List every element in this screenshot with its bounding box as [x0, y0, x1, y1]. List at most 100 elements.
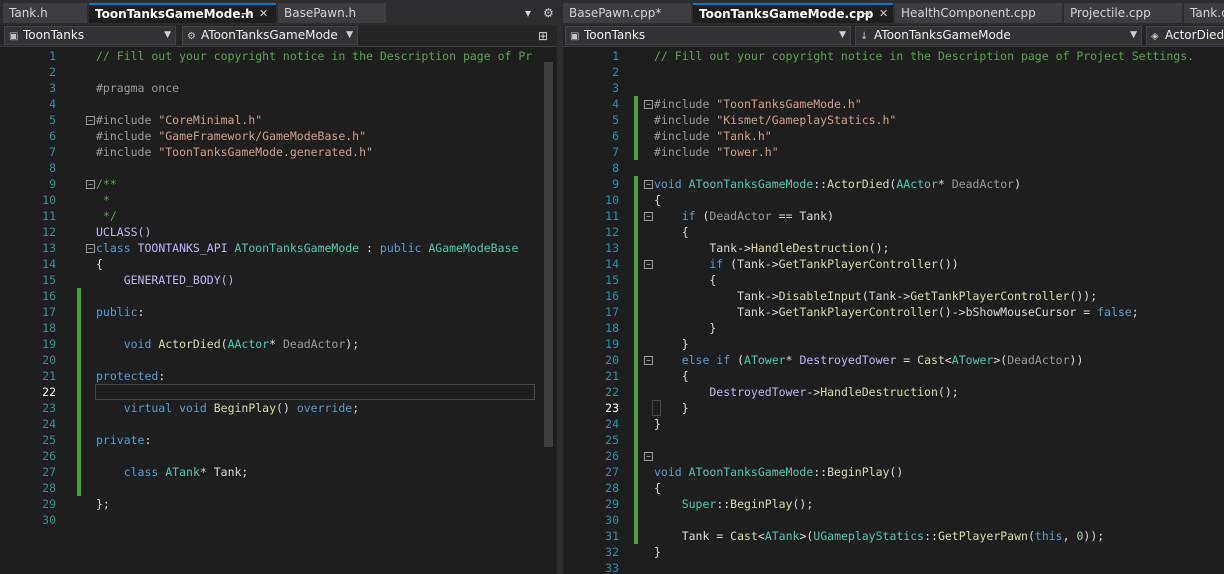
tab-tank-cpp[interactable]: Tank.c [1184, 3, 1224, 23]
code-line[interactable]: 9 −/** [0, 176, 557, 192]
fold-toggle-icon[interactable]: − [86, 180, 95, 189]
code-line[interactable]: 14 { [0, 256, 557, 272]
code-line[interactable]: 24 [0, 416, 557, 432]
code-line[interactable]: 8 [563, 160, 1224, 176]
code-line[interactable]: 30 [563, 512, 1224, 528]
project-dropdown[interactable]: ▣ ToonTanks ▼ [565, 26, 851, 45]
code-line[interactable]: 9 − void AToonTanksGameMode::ActorDied(AAc… [563, 176, 1224, 192]
code-line[interactable]: 17 Tank->GetTankPlayerController()->bSho… [563, 304, 1224, 320]
fold-toggle-icon[interactable]: − [644, 260, 653, 269]
fold-toggle-icon[interactable]: − [644, 212, 653, 221]
code-line[interactable]: 12 { [563, 224, 1224, 240]
code-line[interactable]: 30 [0, 512, 557, 528]
code-line[interactable]: 28 { [563, 480, 1224, 496]
code-line[interactable]: 21 { [563, 368, 1224, 384]
tab-healthcomponent-cpp[interactable]: HealthComponent.cpp [895, 3, 1062, 23]
tab-tank-h[interactable]: Tank.h [3, 3, 87, 23]
split-window-icon[interactable]: ⊞ [538, 27, 548, 45]
code-line[interactable]: 4 − #include "ToonTanksGameMode.h" [563, 96, 1224, 112]
code-token: virtual [96, 401, 180, 415]
code-line[interactable]: 14 − if (Tank->GetTankPlayerController()) [563, 256, 1224, 272]
tab-basepawn-cpp[interactable]: BasePawn.cpp* [563, 3, 691, 23]
fold-toggle-icon[interactable]: − [644, 356, 653, 365]
code-line[interactable]: 5 − #include "CoreMinimal.h" [0, 112, 557, 128]
code-line[interactable]: 6 #include "GameFramework/GameModeBase.h" [0, 128, 557, 144]
code-line[interactable]: 15 GENERATED_BODY() [0, 272, 557, 288]
code-line[interactable]: 20 [0, 352, 557, 368]
line-number: 26 [605, 449, 619, 463]
fold-toggle-icon[interactable]: − [644, 452, 653, 461]
code-line[interactable]: 29}; [0, 496, 557, 512]
code-line[interactable]: 2 [0, 64, 557, 80]
close-icon[interactable]: ✕ [879, 5, 888, 23]
code-line[interactable]: 17 public: [0, 304, 557, 320]
code-line[interactable]: 28 [0, 480, 557, 496]
code-line[interactable]: 26 − [563, 448, 1224, 464]
code-line[interactable]: 3 [563, 80, 1224, 96]
code-line[interactable]: 13 − class TOONTANKS_API AToonTanksGameMod… [0, 240, 557, 256]
code-line[interactable]: 3 #pragma once [0, 80, 557, 96]
code-line[interactable]: 2 [563, 64, 1224, 80]
code-line[interactable]: 12 UCLASS() [0, 224, 557, 240]
code-line[interactable]: 11 − if (DeadActor == Tank) [563, 208, 1224, 224]
code-line[interactable]: 6 #include "Tank.h" [563, 128, 1224, 144]
code-line[interactable]: 26 [0, 448, 557, 464]
fold-toggle-icon[interactable]: − [644, 180, 653, 189]
code-line[interactable]: 32} [563, 544, 1224, 560]
code-line[interactable]: 10 * [0, 192, 557, 208]
code-line[interactable]: 22 DestroyedTower->HandleDestruction(); [563, 384, 1224, 400]
gear-icon[interactable]: ⚙ [543, 3, 554, 23]
code-line[interactable]: 10 { [563, 192, 1224, 208]
code-line[interactable]: 7 #include "Tower.h" [563, 144, 1224, 160]
code-line[interactable]: 16 Tank->DisableInput(Tank->GetTankPlaye… [563, 288, 1224, 304]
code-editor-right[interactable]: 1 // Fill out your copyright notice in th… [563, 47, 1224, 574]
code-line[interactable]: 18 } [563, 320, 1224, 336]
code-line[interactable]: 20− else if (ATower* DestroyedTower = Ca… [563, 352, 1224, 368]
code-line[interactable]: 25 [563, 432, 1224, 448]
code-line[interactable]: 13 Tank->HandleDestruction(); [563, 240, 1224, 256]
tab-toontanksgamemode-h[interactable]: ToonTanksGameMode.h ⊸ ✕ [89, 3, 276, 23]
code-line[interactable]: 27 class ATank* Tank; [0, 464, 557, 480]
code-line[interactable]: 23 } [563, 400, 1224, 416]
tab-projectile-cpp[interactable]: Projectile.cpp [1064, 3, 1182, 23]
code-line[interactable]: 24} [563, 416, 1224, 432]
code-line[interactable]: 22 [0, 384, 557, 400]
pin-icon[interactable]: ⊸ [861, 5, 870, 23]
code-line[interactable]: 19 void ActorDied(AActor* DeadActor); [0, 336, 557, 352]
code-line[interactable]: 11 */ [0, 208, 557, 224]
code-line[interactable]: 29 Super::BeginPlay(); [563, 496, 1224, 512]
pin-icon[interactable]: ⊸ [241, 5, 250, 23]
code-line[interactable]: 18 [0, 320, 557, 336]
scope-dropdown[interactable]: ⚙ AToonTanksGameMode ▼ [182, 26, 358, 45]
code-line[interactable]: 7 #include "ToonTanksGameMode.generated.h… [0, 144, 557, 160]
code-text: else if (ATower* DestroyedTower = Cast<A… [654, 352, 1084, 368]
fold-toggle-icon[interactable]: − [644, 100, 653, 109]
close-icon[interactable]: ✕ [259, 5, 268, 23]
code-editor-left[interactable]: 1 // Fill out your copyright notice in th… [0, 47, 557, 574]
code-line[interactable]: 15 { [563, 272, 1224, 288]
tab-toontanksgamemode-cpp[interactable]: ToonTanksGameMode.cpp ⊸ ✕ [693, 3, 893, 23]
code-line[interactable]: 33 [563, 560, 1224, 574]
code-line[interactable]: 16 [0, 288, 557, 304]
code-line[interactable]: 1 // Fill out your copyright notice in th… [563, 48, 1224, 64]
code-line[interactable]: 1 // Fill out your copyright notice in th… [0, 48, 557, 64]
project-dropdown[interactable]: ▣ ToonTanks ▼ [4, 26, 176, 45]
code-line[interactable]: 23 virtual void BeginPlay() override; [0, 400, 557, 416]
scope-dropdown[interactable]: ↓ AToonTanksGameMode ▼ [855, 26, 1142, 45]
code-line[interactable]: 21 protected: [0, 368, 557, 384]
member-dropdown[interactable]: ◈ ActorDied(A [1146, 26, 1224, 45]
vertical-scrollbar-left[interactable] [540, 47, 557, 574]
tab-basepawn-h[interactable]: BasePawn.h [278, 3, 386, 23]
code-line[interactable]: 31 Tank = Cast<ATank>(UGameplayStatics::… [563, 528, 1224, 544]
tab-list-dropdown-icon[interactable]: ▾ [525, 3, 531, 23]
scrollbar-thumb[interactable] [544, 62, 553, 447]
code-line[interactable]: 5 #include "Kismet/GameplayStatics.h" [563, 112, 1224, 128]
code-token: < [757, 529, 765, 543]
code-line[interactable]: 19 } [563, 336, 1224, 352]
code-line[interactable]: 25 private: [0, 432, 557, 448]
code-line[interactable]: 8 [0, 160, 557, 176]
code-line[interactable]: 27 void AToonTanksGameMode::BeginPlay() [563, 464, 1224, 480]
fold-toggle-icon[interactable]: − [86, 116, 95, 125]
code-line[interactable]: 4 [0, 96, 557, 112]
fold-toggle-icon[interactable]: − [86, 244, 95, 253]
